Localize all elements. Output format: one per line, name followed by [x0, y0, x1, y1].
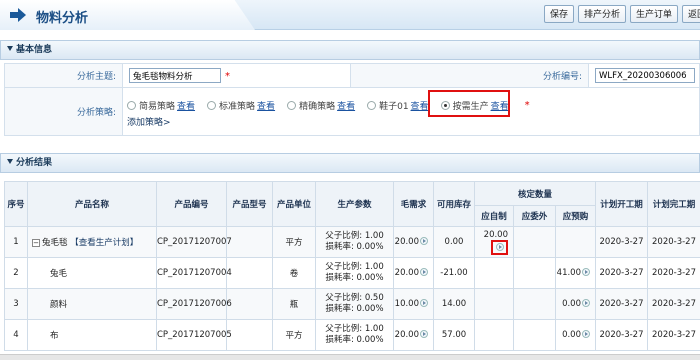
table-row: 4 布 CP_20171207005 平方 父子比例: 1.00 损耗率: 0.0… — [4, 319, 700, 351]
table-row: 1 − 兔毛毯 【查看生产计划】 CP_20171207007 平方 父子比例: … — [4, 226, 700, 258]
col-unit: 产品单位 — [272, 181, 316, 227]
strategy-simple[interactable]: 简易策略 查看 — [127, 99, 195, 112]
radio-icon[interactable] — [127, 100, 136, 110]
results-title: 分析结果 — [16, 158, 53, 168]
basic-info-form: 分析主题: * 分析编号: 分析策略: 简易策略查看 标准策略查看 精确策略查看… — [4, 63, 700, 136]
top-bar: 物料分析 保存 排产分析 生产订单 返回 — [0, 0, 700, 30]
arrow-right-icon[interactable] — [582, 299, 590, 307]
strategy-precise[interactable]: 精确策略 查看 — [287, 99, 355, 112]
arrow-right-icon — [10, 8, 26, 22]
page-title: 物料分析 — [36, 11, 89, 26]
back-button[interactable]: 返回 — [682, 5, 700, 23]
highlight-box — [491, 239, 508, 255]
arrow-right-icon[interactable] — [420, 299, 428, 307]
col-plan-start: 计划开工期 — [595, 181, 648, 227]
col-stock: 可用库存 — [433, 181, 475, 227]
add-strategy-link[interactable]: 添加策略> — [123, 115, 699, 128]
production-order-button[interactable]: 生产订单 — [630, 5, 679, 23]
arrow-right-icon[interactable] — [582, 268, 590, 276]
col-gross: 毛需求 — [393, 181, 434, 227]
radio-icon[interactable] — [367, 100, 377, 110]
tree-expand-icon[interactable]: − — [32, 239, 40, 247]
arrow-right-icon[interactable] — [420, 330, 428, 338]
strategy-standard[interactable]: 标准策略 查看 — [207, 99, 275, 112]
toolbar: 保存 排产分析 生产订单 返回 — [544, 5, 700, 23]
view-link[interactable]: 查看 — [337, 99, 355, 112]
product-name: 兔毛 — [50, 269, 68, 279]
view-link[interactable]: 查看 — [257, 99, 275, 112]
col-self-make: 应自制 — [474, 205, 514, 227]
code-label: 分析编号: — [350, 63, 589, 88]
collapse-triangle-icon — [7, 159, 13, 164]
table-row: 2 兔毛 CP_20171207004 卷 父子比例: 1.00 损耗率: 0.0… — [4, 257, 700, 289]
results-header[interactable]: 分析结果 — [0, 153, 700, 173]
strategy-label: 分析策略: — [4, 87, 123, 136]
col-code: 产品编号 — [156, 181, 227, 227]
strategy-shoes[interactable]: 鞋子01 查看 — [367, 99, 429, 112]
view-plan-link[interactable]: 【查看生产计划】 — [70, 238, 138, 248]
basic-info-title: 基本信息 — [16, 45, 53, 55]
strategy-options: 简易策略 查看 标准策略 查看 精确策略 查看 鞋子01 查看 按需生产 查看 * — [123, 90, 699, 117]
radio-icon[interactable] — [207, 100, 217, 110]
subject-label: 分析主题: — [4, 63, 123, 88]
code-input[interactable] — [595, 68, 695, 83]
col-check: 核定数量 — [474, 181, 596, 206]
table-row: 3 颜料 CP_20171207006 瓶 父子比例: 0.50 损耗率: 0.0… — [4, 288, 700, 320]
basic-info-header[interactable]: 基本信息 — [0, 40, 700, 60]
arrow-right-icon[interactable] — [420, 268, 428, 276]
col-params: 生产参数 — [315, 181, 394, 227]
view-link[interactable]: 查看 — [177, 99, 195, 112]
required-mark: * — [524, 99, 530, 111]
radio-icon[interactable] — [287, 100, 297, 110]
product-name: 兔毛毯 — [42, 238, 68, 248]
arrow-right-icon[interactable] — [420, 237, 428, 245]
col-seq: 序号 — [4, 181, 28, 227]
col-purchase: 应预购 — [555, 205, 596, 227]
horizontal-scrollbar[interactable] — [0, 354, 700, 360]
col-outsource: 应委外 — [513, 205, 556, 227]
schedule-analysis-button[interactable]: 排产分析 — [578, 5, 627, 23]
subject-input[interactable] — [129, 68, 221, 83]
col-plan-end: 计划完工期 — [647, 181, 700, 227]
col-name: 产品名称 — [27, 181, 157, 227]
highlight-box — [428, 90, 510, 117]
col-model: 产品型号 — [226, 181, 273, 227]
required-mark: * — [225, 70, 230, 82]
arrow-right-icon[interactable] — [496, 242, 504, 251]
save-button[interactable]: 保存 — [544, 5, 575, 23]
view-link[interactable]: 查看 — [411, 99, 429, 112]
collapse-triangle-icon — [7, 46, 13, 51]
product-name: 颜料 — [50, 300, 68, 310]
arrow-right-icon[interactable] — [582, 330, 590, 338]
results-table: 序号 产品名称 产品编号 产品型号 产品单位 生产参数 毛需求 可用库存 核定数… — [4, 181, 700, 351]
product-name: 布 — [50, 331, 59, 341]
